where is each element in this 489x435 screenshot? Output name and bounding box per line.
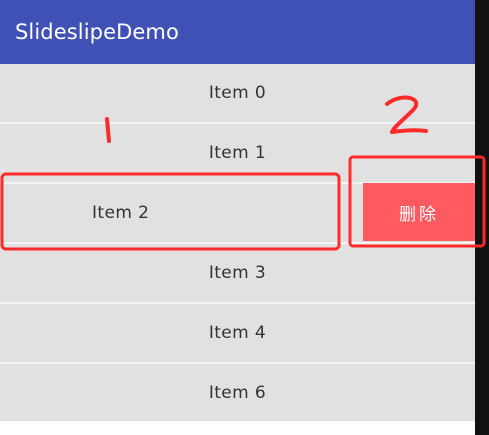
list-item-4[interactable]: Item 4 [0,304,475,362]
bottom-strip [0,421,475,435]
list-item-2-swiped[interactable]: Item 2 [0,184,363,242]
item-list[interactable]: Item 0 Item 1 Item 2 Item 3 Item 4 Item … [0,64,475,422]
list-item-label: Item 1 [208,143,267,163]
app-bar: SlideslipeDemo [0,0,475,64]
list-item-label: Item 2 [92,203,150,223]
list-item-label: Item 6 [208,383,267,403]
list-item-label: Item 4 [208,323,267,343]
list-item-label: Item 0 [208,83,267,103]
app-screen: SlideslipeDemo Item 0 Item 1 Item 2 Item… [0,0,489,435]
delete-button-label: 删除 [399,204,439,225]
list-item-3[interactable]: Item 3 [0,244,475,302]
list-item-0[interactable]: Item 0 [0,64,475,122]
list-item-1[interactable]: Item 1 [0,124,475,182]
delete-button[interactable]: 删除 [363,183,475,241]
app-title: SlideslipeDemo [15,20,179,44]
list-item-6[interactable]: Item 6 [0,364,475,422]
right-edge [475,0,489,435]
list-item-label: Item 3 [208,263,267,283]
